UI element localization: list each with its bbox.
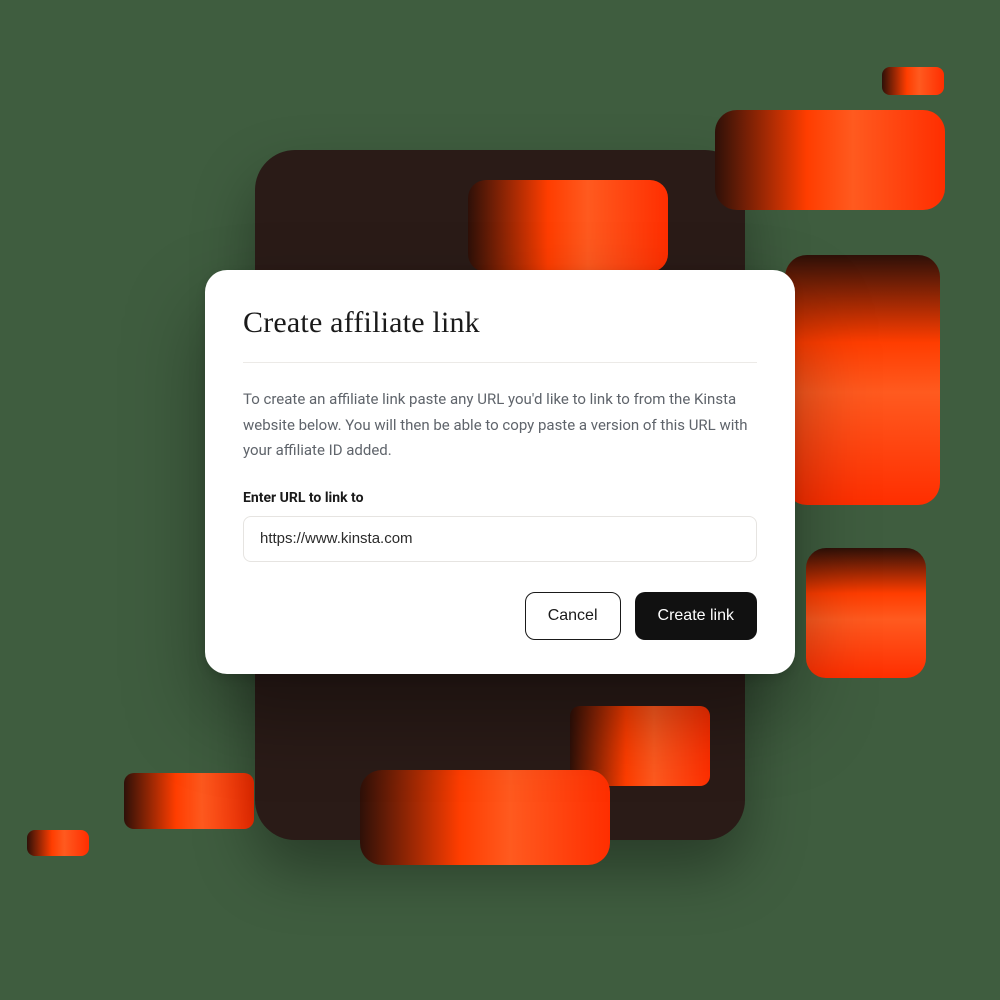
gradient-chip [124,773,254,829]
modal-title: Create affiliate link [243,306,757,340]
url-field-label: Enter URL to link to [243,490,757,506]
gradient-chip [882,67,944,95]
create-link-button[interactable]: Create link [635,592,757,640]
gradient-chip [468,180,668,272]
gradient-chip [27,830,89,856]
gradient-chip [785,255,940,505]
modal-actions: Cancel Create link [243,592,757,640]
url-input[interactable] [243,516,757,562]
create-affiliate-link-modal: Create affiliate link To create an affil… [205,270,795,674]
cancel-button[interactable]: Cancel [525,592,621,640]
gradient-chip [806,548,926,678]
divider [243,362,757,363]
gradient-chip [715,110,945,210]
modal-description: To create an affiliate link paste any UR… [243,387,757,464]
gradient-chip [360,770,610,865]
